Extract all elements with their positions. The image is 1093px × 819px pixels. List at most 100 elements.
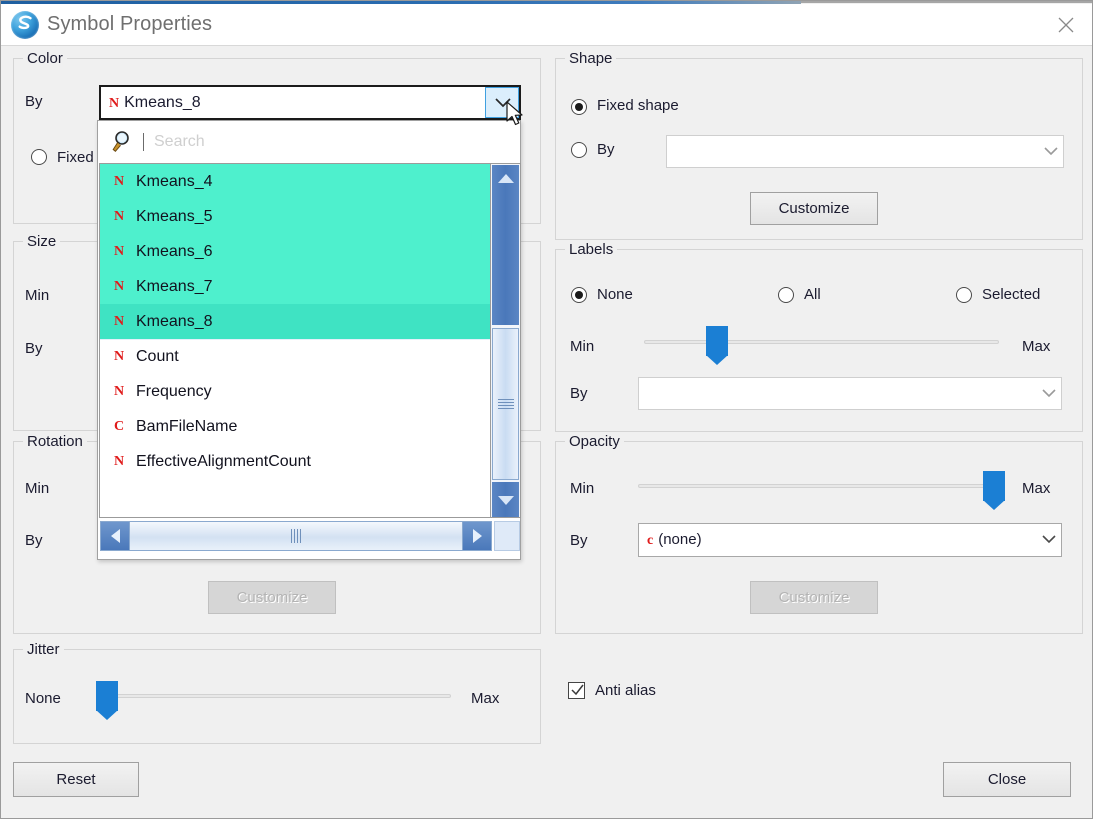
logo-swoosh-icon xyxy=(18,15,32,30)
shape-by-radio[interactable] xyxy=(571,142,587,158)
dropdown-horizontal-scrollbar[interactable] xyxy=(100,521,492,551)
color-by-value: N Kmeans_8 xyxy=(109,93,201,111)
close-glyph xyxy=(1058,17,1074,33)
color-by-dropdown-button[interactable] xyxy=(485,87,519,118)
opacity-customize-button[interactable]: Customize xyxy=(750,581,878,614)
list-item[interactable]: N Count xyxy=(100,339,490,374)
opacity-slider-thumb[interactable] xyxy=(983,471,1005,510)
close-icon[interactable] xyxy=(1038,4,1092,46)
close-button[interactable]: Close xyxy=(943,762,1071,797)
color-by-type-glyph: N xyxy=(109,95,120,111)
list-item[interactable]: N Frequency xyxy=(100,374,490,409)
scrollbar-corner xyxy=(494,521,520,551)
list-item-label: Kmeans_7 xyxy=(136,277,213,295)
list-item-label: BamFileName xyxy=(136,417,238,435)
shape-group-legend: Shape xyxy=(565,50,617,67)
page-title: Symbol Properties xyxy=(47,13,213,35)
shape-fixed-radio[interactable] xyxy=(571,99,587,115)
list-item-label: Frequency xyxy=(136,382,212,400)
list-item-label: Kmeans_8 xyxy=(136,312,213,330)
shape-by-combobox[interactable] xyxy=(666,135,1064,168)
vscroll-down-button[interactable] xyxy=(492,482,519,517)
color-field-dropdown-popup: Search N Kmeans_4 N Kmeans_5 N Kmeans_6 N Kmean… xyxy=(97,120,521,560)
color-by-label: By xyxy=(25,93,43,110)
labels-all-label: All xyxy=(804,286,821,303)
scroll-left-arrow-icon xyxy=(110,529,120,543)
list-item-label: Kmeans_4 xyxy=(136,172,213,190)
list-item-label: Kmeans_5 xyxy=(136,207,213,225)
rotation-customize-button[interactable]: Customize xyxy=(208,581,336,614)
jitter-none-label: None xyxy=(25,690,61,707)
labels-none-radio[interactable] xyxy=(571,287,587,303)
labels-none-label: None xyxy=(597,286,633,303)
scroll-up-arrow-icon xyxy=(498,174,514,183)
list-item[interactable]: C BamFileName xyxy=(100,409,490,444)
dropdown-item-container: N Kmeans_4 N Kmeans_5 N Kmeans_6 N Kmeans_7 N Kme… xyxy=(100,164,490,479)
labels-slider-thumb[interactable] xyxy=(706,326,728,365)
vscroll-upper-track[interactable] xyxy=(492,165,519,325)
field-type-glyph: N xyxy=(114,348,125,364)
field-type-glyph: N xyxy=(114,453,125,469)
labels-slider-track[interactable] xyxy=(644,340,999,344)
list-item[interactable]: N Kmeans_4 xyxy=(100,164,490,199)
hscroll-thumb[interactable] xyxy=(129,522,463,550)
list-item-label: Kmeans_6 xyxy=(136,242,213,260)
jitter-slider-track[interactable] xyxy=(97,694,451,698)
chevron-down-icon xyxy=(495,98,511,108)
jitter-slider-thumb[interactable] xyxy=(96,681,118,720)
labels-selected-label: Selected xyxy=(982,286,1041,303)
field-type-glyph: N xyxy=(114,173,125,189)
opacity-by-combobox[interactable]: c (none) xyxy=(638,523,1062,557)
rotation-min-label: Min xyxy=(25,480,50,497)
anti-alias-checkbox[interactable] xyxy=(568,682,585,699)
opacity-slider-track[interactable] xyxy=(638,484,998,488)
scroll-right-arrow-icon xyxy=(472,529,482,543)
field-type-glyph: C xyxy=(114,418,125,434)
dropdown-search-input[interactable]: Search xyxy=(154,133,205,151)
list-item[interactable]: N Kmeans_7 xyxy=(100,269,490,304)
magnifier-icon xyxy=(112,131,129,152)
opacity-by-type-glyph: c xyxy=(647,533,654,548)
size-by-label: By xyxy=(25,340,43,357)
field-type-glyph: N xyxy=(114,208,125,224)
opacity-min-label: Min xyxy=(570,480,595,497)
list-item[interactable]: N Kmeans_6 xyxy=(100,234,490,269)
vscroll-thumb[interactable] xyxy=(492,328,519,480)
hscroll-right-button[interactable] xyxy=(463,522,491,550)
color-group-legend: Color xyxy=(23,50,67,67)
labels-selected-radio[interactable] xyxy=(956,287,972,303)
field-type-glyph: N xyxy=(114,278,125,294)
dropdown-vertical-scrollbar[interactable] xyxy=(490,164,520,517)
opacity-by-value: c (none) xyxy=(647,531,702,548)
search-caret xyxy=(143,133,144,151)
dropdown-list: N Kmeans_4 N Kmeans_5 N Kmeans_6 N Kmeans_7 N Kme… xyxy=(99,163,521,518)
labels-min-label: Min xyxy=(570,338,595,355)
labels-group-legend: Labels xyxy=(565,241,618,258)
labels-by-combobox[interactable] xyxy=(638,377,1062,410)
list-item[interactable]: N EffectiveAlignmentCount xyxy=(100,444,490,479)
size-group-legend: Size xyxy=(23,233,61,250)
shape-by-label: By xyxy=(597,141,615,158)
color-by-combobox[interactable]: N Kmeans_8 xyxy=(99,85,521,120)
reset-button[interactable]: Reset xyxy=(13,762,139,797)
opacity-group-legend: Opacity xyxy=(565,433,624,450)
jitter-max-label: Max xyxy=(471,690,500,707)
title-bar: Symbol Properties xyxy=(1,4,1092,46)
shape-customize-button[interactable]: Customize xyxy=(750,192,878,225)
color-fixed-radio[interactable] xyxy=(31,149,47,165)
list-item[interactable]: N Kmeans_5 xyxy=(100,199,490,234)
field-type-glyph: N xyxy=(114,313,125,329)
dropdown-search-row[interactable]: Search xyxy=(99,122,519,162)
opacity-by-label: By xyxy=(570,532,588,549)
rotation-by-label: By xyxy=(25,532,43,549)
size-min-label: Min xyxy=(25,287,50,304)
labels-all-radio[interactable] xyxy=(778,287,794,303)
list-item[interactable]: N Kmeans_8 xyxy=(100,304,490,339)
hscroll-grip xyxy=(291,529,301,543)
labels-max-label: Max xyxy=(1022,338,1051,355)
hscroll-left-button[interactable] xyxy=(101,522,129,550)
opacity-max-label: Max xyxy=(1022,480,1051,497)
field-type-glyph: N xyxy=(114,243,125,259)
list-item-label: EffectiveAlignmentCount xyxy=(136,452,311,470)
field-type-glyph: N xyxy=(114,383,125,399)
